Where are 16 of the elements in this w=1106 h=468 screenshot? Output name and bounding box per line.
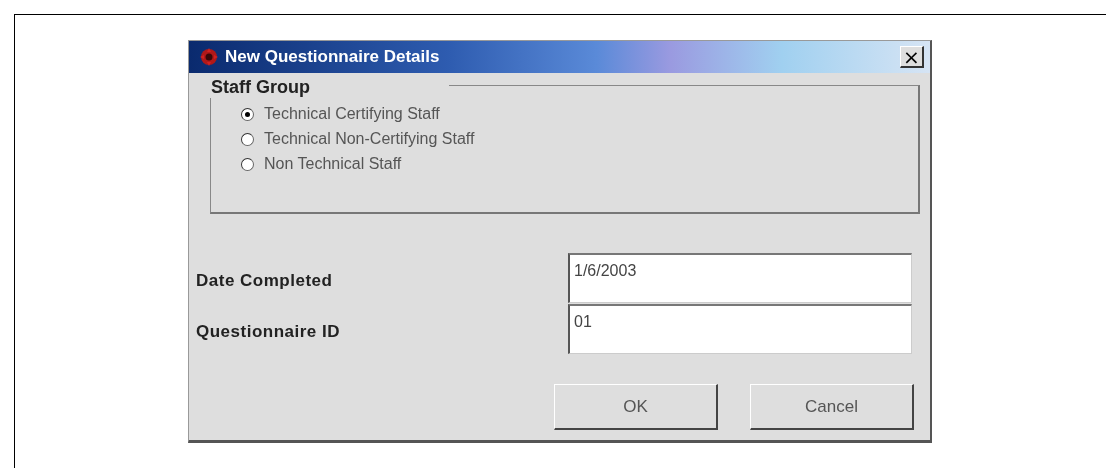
radio-button[interactable]	[241, 132, 254, 146]
radio-label[interactable]: Non Technical Staff	[264, 155, 402, 173]
close-button[interactable]: ×	[900, 46, 924, 68]
dialog-button[interactable]: OK	[554, 384, 718, 430]
radio-button[interactable]	[241, 107, 254, 121]
window-title: New Questionnaire Details	[225, 47, 441, 67]
dialog-button[interactable]: Cancel	[750, 384, 914, 430]
input-field[interactable]: 1/6/2003	[568, 253, 912, 303]
radio-label[interactable]: Technical Certifying Staff	[264, 105, 440, 123]
field-label: Questionnaire ID	[196, 321, 342, 342]
radio-button[interactable]	[241, 157, 254, 171]
group-title: Staff Group	[209, 77, 449, 98]
radio-label[interactable]: Technical Non-Certifying Staff	[264, 130, 475, 148]
app-icon	[199, 47, 219, 67]
field-label: Date Completed	[196, 270, 334, 291]
input-field[interactable]: 01	[568, 304, 912, 354]
